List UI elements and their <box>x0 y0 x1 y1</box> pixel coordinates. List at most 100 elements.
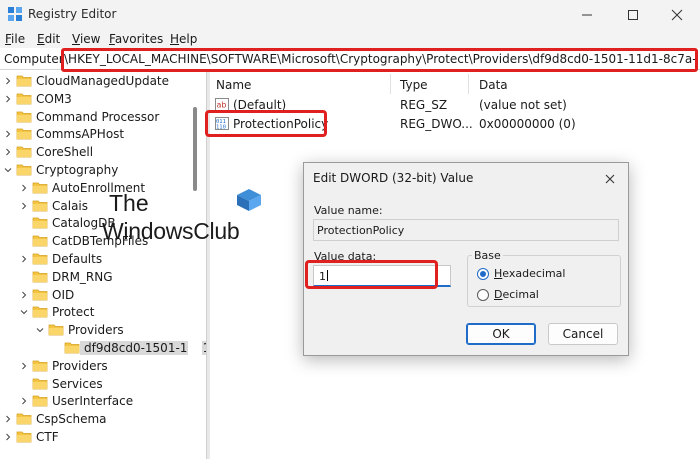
value-name-field: ProtectionPolicy <box>313 219 619 241</box>
menu-help[interactable]: Help <box>170 32 197 46</box>
base-group-title: Base <box>472 249 503 262</box>
tree-item-label: CommsAPHost <box>36 127 125 142</box>
menu-favorites[interactable]: Favorites <box>109 32 163 46</box>
folder-icon <box>32 360 48 372</box>
folder-icon <box>16 413 32 425</box>
watermark-text-windowsclub: WindowsClub <box>102 218 240 244</box>
chevron-right-icon[interactable] <box>20 184 28 192</box>
tree-vertical-scrollbar[interactable] <box>188 71 202 449</box>
tree-item-label: Providers <box>68 323 124 338</box>
column-header-data[interactable]: Data <box>479 78 508 92</box>
tree-item[interactable]: Protect <box>0 303 188 321</box>
maximize-icon <box>628 10 638 20</box>
tree-item[interactable]: Services <box>0 375 188 393</box>
folder-icon <box>32 271 48 283</box>
menu-file[interactable]: File <box>5 32 25 46</box>
minimize-button[interactable] <box>564 0 610 30</box>
value-name-text: ProtectionPolicy <box>317 224 405 237</box>
folder-open-icon <box>32 307 48 318</box>
cancel-button[interactable]: Cancel <box>548 323 618 345</box>
menu-view[interactable]: View <box>72 32 100 46</box>
chevron-right-icon[interactable] <box>4 415 12 423</box>
tree-item[interactable]: CspSchema <box>0 410 188 428</box>
chevron-right-icon[interactable] <box>20 255 28 263</box>
chevron-down-icon[interactable] <box>20 308 28 316</box>
value-data: 0x00000000 (0) <box>479 117 576 131</box>
folder-icon <box>32 396 48 407</box>
chevron-right-icon[interactable] <box>4 77 12 85</box>
tree-item-label: CspSchema <box>36 412 107 427</box>
chevron-down-icon[interactable] <box>4 166 12 174</box>
chevron-right-icon[interactable] <box>4 148 12 156</box>
decimal-label[interactable]: Decimal <box>494 288 539 301</box>
chevron-right-icon[interactable] <box>4 95 12 103</box>
scrollbar-thumb[interactable] <box>193 107 197 191</box>
tree-item[interactable]: CommsAPHost <box>0 125 188 143</box>
close-button[interactable] <box>654 0 700 30</box>
folder-icon <box>16 93 32 105</box>
tree-item[interactable]: UserInterface <box>0 392 188 410</box>
hexadecimal-radio[interactable] <box>477 268 489 280</box>
tree-item[interactable]: Command Processor <box>0 108 188 126</box>
decimal-radio[interactable] <box>477 289 489 301</box>
tree-item[interactable]: OID <box>0 286 188 304</box>
chevron-right-icon[interactable] <box>4 433 12 441</box>
folder-icon <box>32 289 48 300</box>
close-icon <box>605 174 615 184</box>
chevron-right-icon[interactable] <box>20 362 28 370</box>
column-header-name[interactable]: Name <box>216 78 251 92</box>
dialog-title: Edit DWORD (32-bit) Value <box>313 171 474 185</box>
value-type: REG_SZ <box>400 98 448 112</box>
column-divider[interactable] <box>390 74 391 94</box>
window-title: Registry Editor <box>28 7 117 21</box>
minimize-icon <box>582 14 592 16</box>
address-root-label: Computer <box>4 52 64 66</box>
tree-item[interactable]: CloudManagedUpdate <box>0 72 188 90</box>
registry-tree: CloudManagedUpdate COM3 Command Processor C… <box>0 71 215 459</box>
tree-item[interactable]: df9d8cd0-1501-11d1 <box>0 339 215 357</box>
tree-item-label: CTF <box>36 430 59 444</box>
folder-icon <box>16 129 32 140</box>
chevron-right-icon[interactable] <box>20 202 28 210</box>
ok-button[interactable]: OK <box>466 323 536 345</box>
address-highlight-box <box>61 48 698 72</box>
value-type: REG_DWO... <box>400 117 473 131</box>
tree-item-label: Services <box>52 376 103 391</box>
tree-item[interactable]: CoreShell <box>0 143 188 161</box>
tree-item-label: Providers <box>52 358 108 373</box>
maximize-button[interactable] <box>610 0 656 30</box>
menu-edit[interactable]: Edit <box>37 32 60 46</box>
value-highlight-box <box>205 110 327 137</box>
tree-item[interactable]: Defaults <box>0 250 188 268</box>
tree-item-label: COM3 <box>36 91 72 106</box>
chevron-right-icon[interactable] <box>4 130 12 138</box>
windowsclub-logo-icon <box>237 189 261 211</box>
chevron-right-icon[interactable] <box>20 397 28 405</box>
folder-open-icon <box>48 324 64 336</box>
title-bar: Registry Editor <box>0 0 700 30</box>
column-divider[interactable] <box>468 74 469 94</box>
tree-item-label: DRM_RNG <box>52 269 113 284</box>
folder-icon <box>32 200 48 211</box>
value-name-label: Value name: <box>314 204 383 217</box>
tree-item[interactable]: Providers <box>0 321 188 339</box>
dialog-close-button[interactable] <box>600 170 620 188</box>
menu-bar: File Edit View Favorites Help <box>0 30 700 48</box>
folder-icon <box>32 182 48 194</box>
tree-item[interactable]: CTF <box>0 428 188 446</box>
hexadecimal-label[interactable]: Hexadecimal <box>494 267 565 280</box>
chevron-right-icon[interactable] <box>20 291 28 299</box>
tree-item[interactable]: DRM_RNG <box>0 268 188 286</box>
tree-item-label: Cryptography <box>36 163 119 177</box>
value-data: (value not set) <box>479 98 567 112</box>
chevron-down-icon[interactable] <box>36 326 44 334</box>
tree-item[interactable]: AutoEnrollment <box>0 179 188 197</box>
folder-icon <box>64 342 80 354</box>
tree-item[interactable]: Calais <box>0 197 188 215</box>
tree-item[interactable]: COM3 <box>0 90 188 108</box>
column-header-type[interactable]: Type <box>400 78 428 92</box>
tree-item[interactable]: Providers <box>0 357 188 375</box>
tree-item-label: OID <box>52 287 75 302</box>
tree-item-label: Calais <box>52 198 89 213</box>
tree-item[interactable]: Cryptography <box>0 161 188 179</box>
